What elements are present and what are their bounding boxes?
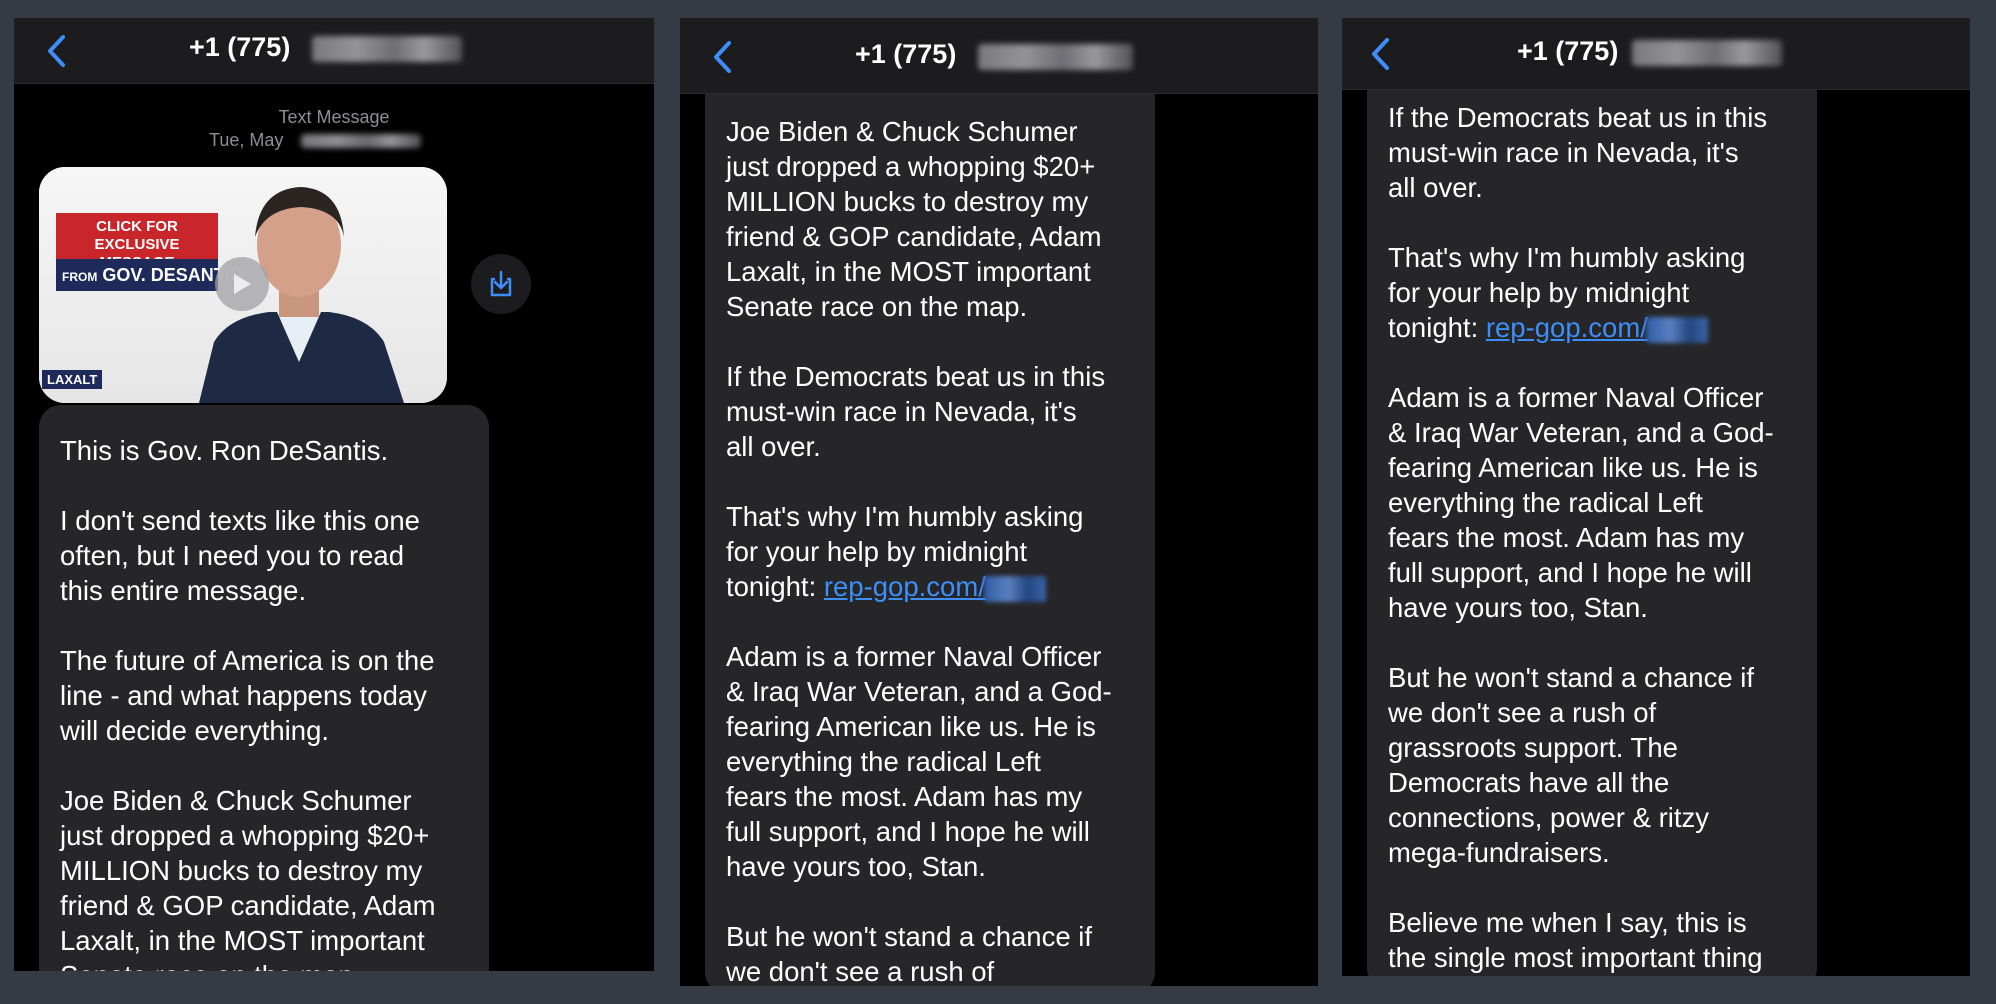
back-button[interactable] bbox=[1360, 29, 1400, 79]
conversation-header: +1 (775) bbox=[1342, 18, 1970, 90]
chevron-left-icon bbox=[48, 35, 65, 67]
donation-link[interactable]: rep-gop.com/ bbox=[1486, 312, 1648, 343]
message-paragraph: Adam is a former Naval Officer & Iraq Wa… bbox=[726, 641, 1112, 882]
redacted-number bbox=[312, 36, 462, 62]
contact-number: +1 (775) bbox=[855, 39, 957, 69]
message-paragraph: This is Gov. Ron DeSantis. bbox=[60, 435, 389, 466]
back-button[interactable] bbox=[36, 26, 76, 76]
save-video-button[interactable] bbox=[471, 254, 531, 314]
message-paragraph: Joe Biden & Chuck Schumer just dropped a… bbox=[60, 785, 436, 971]
play-button[interactable] bbox=[215, 257, 269, 311]
redacted-link-path bbox=[983, 575, 1046, 602]
contact-number: +1 (775) bbox=[189, 32, 291, 62]
contact-number: +1 (775) bbox=[1517, 36, 1619, 66]
screenshot-panel-1: +1 (775) Text Message Tue, May CLICK FOR… bbox=[14, 18, 654, 971]
message-date-label: Tue, May bbox=[209, 130, 284, 150]
message-paragraph: The future of America is on the line - a… bbox=[60, 645, 435, 746]
message-paragraph: Joe Biden & Chuck Schumer just dropped a… bbox=[726, 116, 1102, 322]
laxalt-logo: LAXALT bbox=[42, 370, 103, 389]
conversation-header: +1 (775) bbox=[14, 18, 654, 84]
download-icon bbox=[490, 270, 512, 297]
chevron-left-icon bbox=[1372, 38, 1389, 70]
message-paragraph: But he won't stand a chance if we don't … bbox=[1388, 662, 1755, 868]
message-bubble: If the Democrats beat us in this must-wi… bbox=[1367, 90, 1817, 976]
chevron-left-icon bbox=[714, 41, 731, 73]
donation-link[interactable]: rep-gop.com/ bbox=[824, 571, 986, 602]
message-paragraph: That's why I'm humbly asking for your he… bbox=[1388, 242, 1746, 343]
play-icon bbox=[234, 274, 251, 294]
video-attachment[interactable]: CLICK FOR EXCLUSIVE MESSAGE FROM GOV. DE… bbox=[39, 167, 447, 403]
message-paragraph: Adam is a former Naval Officer & Iraq Wa… bbox=[1388, 382, 1774, 623]
message-bubble: This is Gov. Ron DeSantis. I don't send … bbox=[39, 405, 489, 971]
redacted-date bbox=[301, 134, 421, 148]
screenshot-panel-2: +1 (775) Joe Biden & Chuck Schumer just … bbox=[680, 18, 1318, 986]
redacted-number bbox=[1632, 40, 1782, 66]
message-paragraph: That's why I'm humbly asking for your he… bbox=[726, 501, 1084, 602]
message-paragraph: If the Democrats beat us in this must-wi… bbox=[726, 361, 1106, 462]
back-button[interactable] bbox=[702, 32, 742, 82]
message-paragraph: I don't send texts like this one often, … bbox=[60, 505, 420, 606]
redacted-number bbox=[978, 44, 1133, 70]
conversation-header: +1 (775) bbox=[680, 18, 1318, 94]
message-paragraph: Believe me when I say, this is the singl… bbox=[1388, 907, 1763, 973]
message-bubble: Joe Biden & Chuck Schumer just dropped a… bbox=[705, 94, 1155, 986]
message-meta: Text Message Tue, May bbox=[14, 106, 654, 152]
video-badge-bottom: FROM GOV. DESANTIS bbox=[56, 259, 242, 291]
screenshot-panel-3: +1 (775) If the Democrats beat us in thi… bbox=[1342, 18, 1970, 976]
video-badge-top: CLICK FOR EXCLUSIVE MESSAGE bbox=[56, 213, 218, 271]
redacted-link-path bbox=[1645, 316, 1708, 343]
message-type-label: Text Message bbox=[278, 107, 390, 127]
message-paragraph: If the Democrats beat us in this must-wi… bbox=[1388, 102, 1768, 203]
message-paragraph: But he won't stand a chance if we don't … bbox=[726, 921, 1093, 986]
